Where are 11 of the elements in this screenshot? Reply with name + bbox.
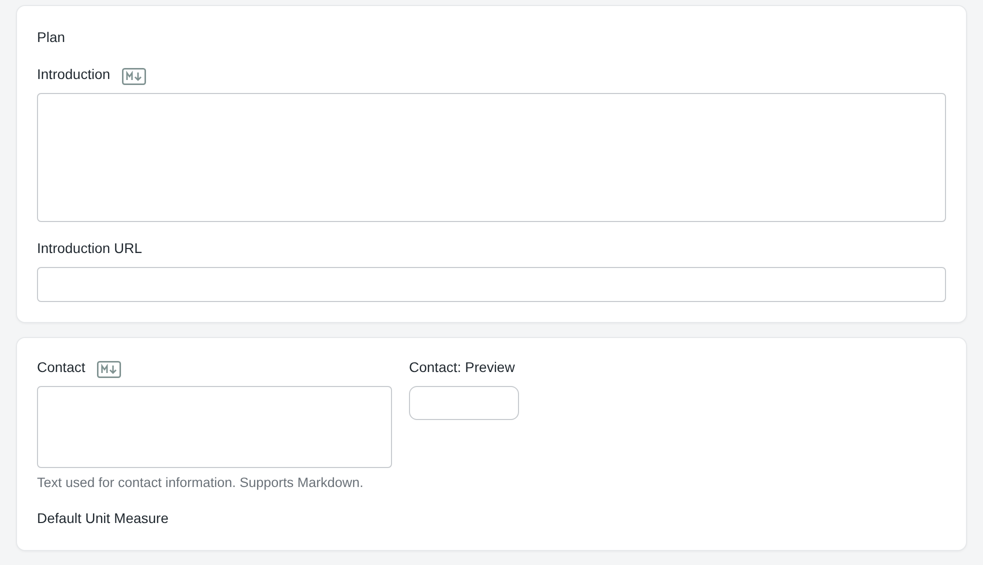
section-heading: Plan — [37, 28, 66, 46]
field-label: Introduction URL — [37, 239, 142, 257]
help-text: Text used for contact information. Supports Markdown. — [37, 474, 364, 492]
field-label: Default Unit Measure — [37, 509, 169, 527]
field-label: Contact: Preview — [409, 358, 515, 376]
text-area[interactable] — [37, 93, 946, 222]
text-area[interactable] — [37, 386, 392, 468]
field-label: Contact — [37, 358, 86, 376]
field-label: Introduction — [37, 65, 110, 83]
input-field[interactable] — [409, 386, 519, 420]
input-field[interactable] — [37, 267, 946, 302]
